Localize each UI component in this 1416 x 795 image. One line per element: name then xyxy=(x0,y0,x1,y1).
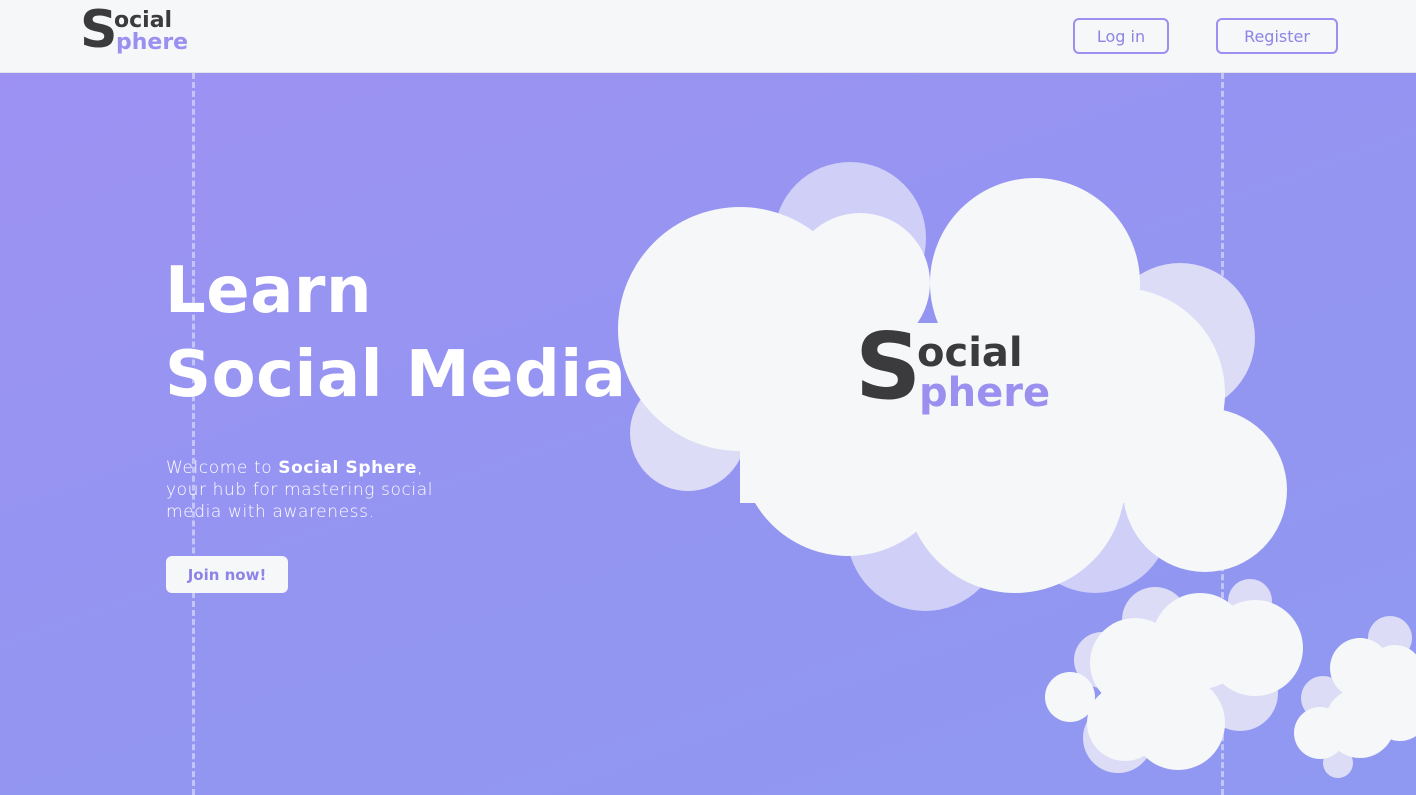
hero-section: S ocial phere Learn Social Media Welcome… xyxy=(0,73,1416,795)
headline-line-1: Learn xyxy=(165,254,372,328)
login-button[interactable]: Log in xyxy=(1073,18,1169,54)
intro-prefix: Welcome to xyxy=(166,458,279,478)
logo-text-ocial: ocial xyxy=(114,8,173,33)
logo-letter-s: S xyxy=(80,0,118,60)
cloud-logo-text-phere: phere xyxy=(919,370,1051,416)
header-logo[interactable]: S ocial phere xyxy=(80,4,190,62)
cloud-illustration xyxy=(618,162,1416,778)
logo-text-phere: phere xyxy=(116,30,189,55)
intro-text: Welcome to Social Sphere, your hub for m… xyxy=(166,457,466,523)
cloud-logo: S ocial phere xyxy=(855,321,1055,429)
cloud-logo-letter-s: S xyxy=(855,313,922,420)
headline-line-2: Social Media xyxy=(165,338,627,412)
cloud-logo-text-ocial: ocial xyxy=(917,330,1023,376)
register-button[interactable]: Register xyxy=(1216,18,1338,54)
intro-brand: Social Sphere xyxy=(278,458,418,478)
join-now-button[interactable]: Join now! xyxy=(166,556,288,593)
top-navbar: S ocial phere Log in Register xyxy=(0,0,1416,73)
